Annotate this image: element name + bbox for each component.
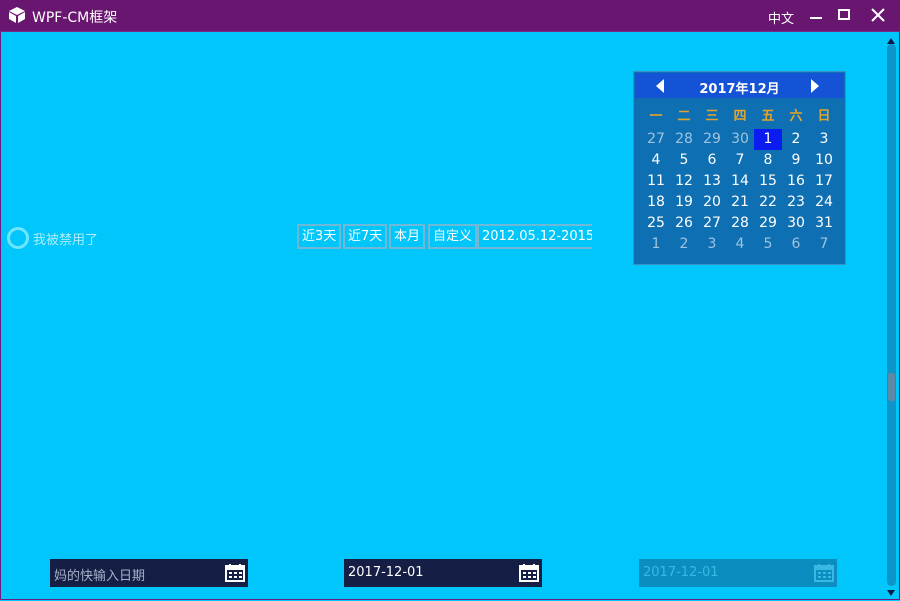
weekday-label: 六	[789, 109, 803, 124]
calendar-day[interactable]: 29	[698, 129, 726, 150]
calendar-day[interactable]: 21	[726, 192, 754, 213]
calendar-day[interactable]: 28	[670, 129, 698, 150]
calendar-day[interactable]: 9	[782, 150, 810, 171]
range-custom-button[interactable]: 自定义	[428, 224, 478, 249]
calendar-day[interactable]: 23	[782, 192, 810, 213]
calendar-day[interactable]: 30	[782, 213, 810, 234]
calendar-day[interactable]: 27	[642, 129, 670, 150]
date-range-selector: 近3天 近7天 本月 自定义 2012.05.12-2015.1	[297, 224, 592, 249]
date-picker-empty[interactable]: 妈的快输入日期	[50, 559, 248, 587]
minimize-icon	[810, 17, 822, 19]
scroll-down-arrow-icon[interactable]	[886, 586, 896, 596]
calendar-day[interactable]: 27	[698, 213, 726, 234]
calendar-day[interactable]: 3	[698, 234, 726, 255]
weekday-label: 五	[761, 109, 775, 124]
weekday-label: 日	[817, 109, 831, 124]
date-picker-filled[interactable]: 2017-12-01	[344, 559, 542, 587]
close-icon	[871, 8, 885, 22]
weekday-label: 三	[705, 109, 719, 124]
scroll-track[interactable]	[887, 44, 896, 586]
calendar-day[interactable]: 31	[810, 213, 838, 234]
range-this-month-button[interactable]: 本月	[389, 224, 426, 249]
minimize-button[interactable]	[804, 4, 828, 26]
calendar-day[interactable]: 17	[810, 171, 838, 192]
range-last-3-days-button[interactable]: 近3天	[297, 224, 342, 249]
title-bar[interactable]: WPF-CM框架 中文	[0, 0, 900, 32]
radio-circle	[7, 227, 29, 249]
calendar-day[interactable]: 29	[754, 213, 782, 234]
date-picker-value: 2017-12-01	[348, 565, 424, 580]
calendar-day[interactable]: 11	[642, 171, 670, 192]
calendar-day[interactable]: 1	[754, 129, 782, 150]
vertical-scrollbar[interactable]	[884, 32, 898, 598]
calendar-day[interactable]: 2	[670, 234, 698, 255]
calendar-day[interactable]: 10	[810, 150, 838, 171]
calendar-icon	[814, 564, 834, 586]
calendar-day[interactable]: 5	[754, 234, 782, 255]
calendar-day[interactable]: 26	[670, 213, 698, 234]
calendar-day[interactable]: 6	[782, 234, 810, 255]
calendar-day[interactable]: 12	[670, 171, 698, 192]
calendar-day[interactable]: 28	[726, 213, 754, 234]
range-last-7-days-button[interactable]: 近7天	[343, 224, 388, 249]
calendar-day[interactable]: 7	[726, 150, 754, 171]
language-switch[interactable]: 中文	[768, 8, 794, 27]
weekday-label: 一	[649, 109, 663, 124]
calendar-icon[interactable]	[519, 564, 539, 586]
date-picker-placeholder: 妈的快输入日期	[54, 569, 146, 584]
calendar-day[interactable]: 24	[810, 192, 838, 213]
maximize-button[interactable]	[832, 4, 856, 26]
date-range-field[interactable]: 2012.05.12-2015.1	[477, 224, 592, 249]
scroll-up-arrow-icon[interactable]	[886, 34, 896, 44]
calendar-day[interactable]: 8	[754, 150, 782, 171]
calendar-header: 2017年12月	[635, 73, 844, 98]
calendar-day[interactable]: 18	[642, 192, 670, 213]
calendar-day[interactable]: 14	[726, 171, 754, 192]
chevron-right-icon[interactable]	[810, 78, 820, 98]
calendar-day[interactable]: 3	[810, 129, 838, 150]
weekday-label: 四	[733, 109, 747, 124]
calendar-day-grid: 27 28 29 30 1 2 3 4 5 6 7 8 9 10 11 12 13 14 15 16 17 18 19 20 2…	[642, 129, 838, 255]
calendar-day[interactable]: 4	[642, 150, 670, 171]
calendar-day[interactable]: 6	[698, 150, 726, 171]
calendar-day[interactable]: 1	[642, 234, 670, 255]
date-picker-disabled-value: 2017-12-01	[643, 565, 719, 580]
calendar-icon[interactable]	[225, 564, 245, 586]
calendar-weekdays: 一 二 三 四 五 六 日	[642, 105, 838, 124]
calendar-day[interactable]: 13	[698, 171, 726, 192]
calendar-day[interactable]: 19	[670, 192, 698, 213]
close-button[interactable]	[866, 4, 890, 26]
calendar-popup: 2017年12月 一 二 三 四 五 六 日 27 28 29 30 1 2 3 4 5 6 7 8 9…	[633, 71, 846, 265]
app-cube-icon	[8, 6, 26, 24]
scroll-thumb[interactable]	[888, 373, 895, 401]
window-title: WPF-CM框架	[32, 10, 118, 26]
radio-label: 我被禁用了	[33, 233, 99, 248]
calendar-day[interactable]: 16	[782, 171, 810, 192]
calendar-day[interactable]: 7	[810, 234, 838, 255]
calendar-day[interactable]: 22	[754, 192, 782, 213]
calendar-day[interactable]: 30	[726, 129, 754, 150]
calendar-day[interactable]: 5	[670, 150, 698, 171]
date-picker-disabled: 2017-12-01	[639, 559, 837, 587]
calendar-day[interactable]: 20	[698, 192, 726, 213]
calendar-day[interactable]: 25	[642, 213, 670, 234]
calendar-day[interactable]: 2	[782, 129, 810, 150]
calendar-day[interactable]: 4	[726, 234, 754, 255]
calendar-day[interactable]: 15	[754, 171, 782, 192]
maximize-icon	[838, 9, 850, 20]
weekday-label: 二	[677, 109, 691, 124]
